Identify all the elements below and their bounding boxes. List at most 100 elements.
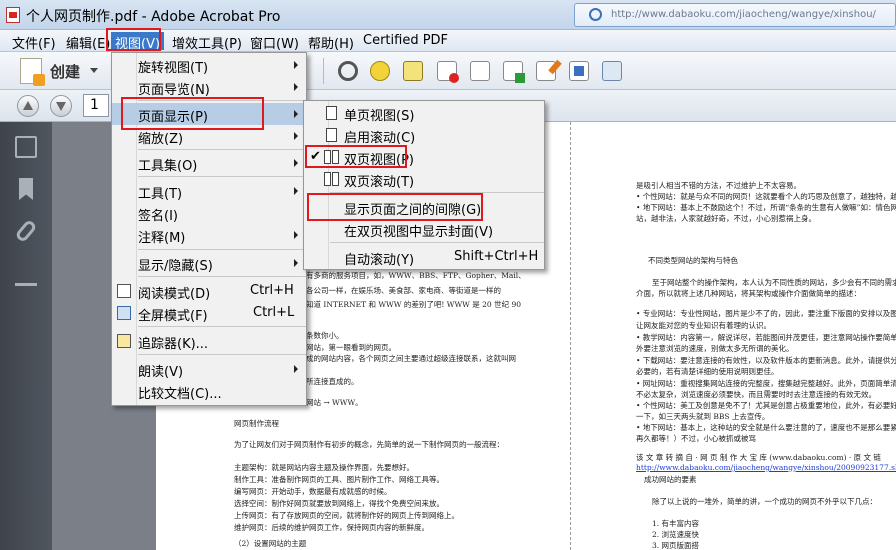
doc-text-line: 网站，第一眼看到的网页。 xyxy=(306,343,396,352)
submenu-arrow-icon xyxy=(294,187,298,195)
submenu-show-gaps-between-pages[interactable]: 显示页面之间的间隙(G) xyxy=(304,196,544,218)
previous-page-icon[interactable] xyxy=(17,95,39,117)
submenu-arrow-icon xyxy=(294,365,298,373)
create-pdf-icon[interactable] xyxy=(20,58,45,86)
doc-text-line: 网站 → WWW。 xyxy=(306,398,363,407)
gear-icon[interactable] xyxy=(338,61,358,81)
doc-text-line: • 网址网站：重视搜集网站连接的完整度，搜集越完整越好。此外，页面简单清 xyxy=(636,379,896,388)
view-menu-page-navigation[interactable]: 页面导览(N) xyxy=(112,76,306,98)
menu-help[interactable]: 帮助(H) xyxy=(304,32,358,52)
page-display-submenu: 单页视图(S) 启用滚动(C) ✔ 双页视图(P) 双页滚动(T) 显示页面之间的… xyxy=(303,100,545,270)
doc-text-line: 必要的，若有清楚详细的使用说明则更佳。 xyxy=(636,367,779,376)
view-menu-full-screen[interactable]: 全屏模式(F) Ctrl+L xyxy=(112,302,306,324)
doc-text-line: 维护网页：后续的维护网页工作，保持网页内容的新鲜度。 xyxy=(234,523,429,532)
edit-document-icon[interactable] xyxy=(536,59,562,81)
doc-text-line: 各公司一样，在娱乐场、美食部、家电商、等街道是一样的 xyxy=(306,286,501,295)
submenu-enable-scrolling[interactable]: 启用滚动(C) xyxy=(304,124,544,146)
doc-text-line: 为了让网友们对于网页制作有初步的概念，先简单的说一下制作网页的一般流程： xyxy=(234,440,504,449)
two-page-scrolling-icon xyxy=(332,172,339,186)
doc-text-line: • 个性网站：美工及创意是免不了！尤其是创意占极重要地位，此外，有必要好好 xyxy=(636,401,896,410)
doc-text-line: • 教学网站：内容第一，解说详尽，若能图间并茂更佳，更注意网站操作要简单 xyxy=(636,333,896,342)
menu-file[interactable]: 文件(F) xyxy=(8,32,60,52)
doc-text-line: 再久都等！）不过，小心被抓或被骂 xyxy=(636,434,756,443)
next-page-icon[interactable] xyxy=(50,95,72,117)
document-page-right: 是吸引人相当不错的方法，不过维护上不太容易。 • 个性网站：就是与众不同的网页！… xyxy=(570,122,896,550)
doc-text-line: • 个性网站：就是与众不同的网页！这就要看个人的巧思及创意了，越独特，越吸 xyxy=(636,192,896,201)
view-menu-sign[interactable]: 签名(I) xyxy=(112,202,306,224)
doc-text-line: 知道 INTERNET 和 WWW 的差别了吧! WWW 是 20 世纪 90 xyxy=(306,300,521,309)
page-thumbnails-icon[interactable] xyxy=(15,136,37,158)
doc-text-line: 成的网站内容，各个网页之间主要通过超级连接联系，这就叫网 xyxy=(306,354,516,363)
menu-plugins[interactable]: 增效工具(P) xyxy=(168,32,246,52)
attachment-icon[interactable] xyxy=(14,218,38,244)
doc-text-line: 一下，如三天两头就到 BBS 上去宣传。 xyxy=(636,412,770,421)
submenu-show-cover-page[interactable]: 在双页视图中显示封面(V) xyxy=(304,218,544,240)
search-icon xyxy=(589,8,602,21)
delete-page-icon[interactable] xyxy=(437,61,459,83)
two-page-icon xyxy=(324,150,331,164)
submenu-single-page[interactable]: 单页视图(S) xyxy=(304,102,544,124)
doc-text-line: 至于网站整个的操作架构，本人认为不同性质的网站，多少会有不同的需求 xyxy=(652,278,896,287)
doc-text-line: 主题架构：就是网站内容主题及操作界面，先要想好。 xyxy=(234,463,414,472)
find-page-icon[interactable] xyxy=(470,61,490,81)
export-page-icon[interactable] xyxy=(503,61,525,83)
browser-url-bar[interactable]: http://www.dabaoku.com/jiaocheng/wangye/… xyxy=(574,3,896,27)
checkmark-icon: ✔ xyxy=(310,149,321,164)
doc-text-line: 介面，所以就将上述几种网站，将其架构或操作介面做简单的描述： xyxy=(636,289,861,298)
submenu-auto-scroll[interactable]: 自动滚动(Y) Shift+Ctrl+H xyxy=(304,246,544,268)
menu-separator xyxy=(138,249,306,250)
doc-text-line: • 地下网站：基本上，这种站的安全就是什么要注意的了，速度也不是那么要紧（为了这 xyxy=(636,423,896,432)
menu-window[interactable]: 窗口(W) xyxy=(246,32,303,52)
view-menu-show-hide[interactable]: 显示/隐藏(S) xyxy=(112,252,306,274)
view-menu-tools[interactable]: 工具(T) xyxy=(112,180,306,202)
create-button[interactable]: 创建 xyxy=(50,61,80,82)
doc-heading: （2）设置网站的主题 xyxy=(234,539,307,548)
doc-text-line: • 下载网站：要注意连接的有效性，以及软件版本的更新消息。此外，请提供分 xyxy=(636,356,896,365)
insert-page-icon[interactable] xyxy=(569,61,589,81)
doc-text-line: 编写网页：开始动手，数据最有成就感的时候。 xyxy=(234,487,392,496)
menu-separator xyxy=(330,192,544,193)
comment-icon[interactable] xyxy=(370,61,390,81)
menu-view[interactable]: 视图(V) xyxy=(111,32,165,52)
doc-text-line: • 地下网站：基本上不鼓励这个！不过，所谓“条条的生意有人做嘛”如：情色网 xyxy=(636,203,896,212)
view-menu: 旋转视图(T) 页面导览(N) 页面显示(P) 缩放(Z) 工具集(O) 工具(… xyxy=(111,52,307,406)
settings-page-icon[interactable] xyxy=(602,61,622,81)
submenu-arrow-icon xyxy=(294,159,298,167)
menu-separator xyxy=(138,176,306,177)
page-number-input[interactable]: 1 xyxy=(83,94,109,117)
doc-text-line: 上传网页：有了存放网页的空间，就将制作好的网页上传到网络上。 xyxy=(234,511,459,520)
doc-text-line: 制作工具：准备制作网页的工具、图片制作工作、网络工具等。 xyxy=(234,475,444,484)
doc-text-line: 所连接直成的。 xyxy=(306,377,359,386)
view-menu-zoom[interactable]: 缩放(Z) xyxy=(112,125,306,147)
submenu-arrow-icon xyxy=(294,83,298,91)
scrolling-page-icon xyxy=(326,128,337,142)
view-menu-tracker[interactable]: 追踪器(K)... xyxy=(112,330,306,352)
signature-icon[interactable] xyxy=(15,264,37,286)
view-menu-read-aloud[interactable]: 朗读(V) xyxy=(112,358,306,380)
submenu-arrow-icon xyxy=(294,110,298,118)
menu-separator xyxy=(138,276,306,277)
view-menu-toolsets[interactable]: 工具集(O) xyxy=(112,152,306,174)
view-menu-rotate[interactable]: 旋转视图(T) xyxy=(112,54,306,76)
doc-list-item: 2. 浏览速度快 xyxy=(652,530,700,539)
doc-list-item: 1. 有丰富内容 xyxy=(652,519,700,528)
menu-separator xyxy=(138,100,306,101)
submenu-arrow-icon xyxy=(294,259,298,267)
view-menu-page-display[interactable]: 页面显示(P) xyxy=(112,103,306,125)
view-menu-compare-documents[interactable]: 比较文档(C)... xyxy=(112,380,306,402)
submenu-two-page-scrolling[interactable]: 双页滚动(T) xyxy=(304,168,544,190)
menu-certified-pdf[interactable]: Certified PDF xyxy=(359,32,452,50)
submenu-arrow-icon xyxy=(294,132,298,140)
highlight-text-icon[interactable] xyxy=(403,61,423,81)
submenu-two-page-view[interactable]: ✔ 双页视图(P) xyxy=(304,146,544,168)
view-menu-comment[interactable]: 注释(M) xyxy=(112,224,306,246)
doc-heading: 不同类型网站的架构与特色 xyxy=(648,256,738,265)
bookmark-icon[interactable] xyxy=(19,178,33,200)
menu-edit[interactable]: 编辑(E) xyxy=(62,32,114,52)
title-bar: 个人网页制作.pdf - Adobe Acrobat Pro http://ww… xyxy=(0,0,896,30)
view-menu-read-mode[interactable]: 阅读模式(D) Ctrl+H xyxy=(112,280,306,302)
doc-source-link[interactable]: http://www.dabaoku.com/jiaocheng/wangye/… xyxy=(636,463,896,472)
create-dropdown-icon[interactable] xyxy=(90,68,98,73)
two-page-icon xyxy=(332,150,339,164)
doc-text-line: 有多商的服务项目，如，WWW、BBS、FTP、Gopher、Mail、 xyxy=(306,271,526,280)
